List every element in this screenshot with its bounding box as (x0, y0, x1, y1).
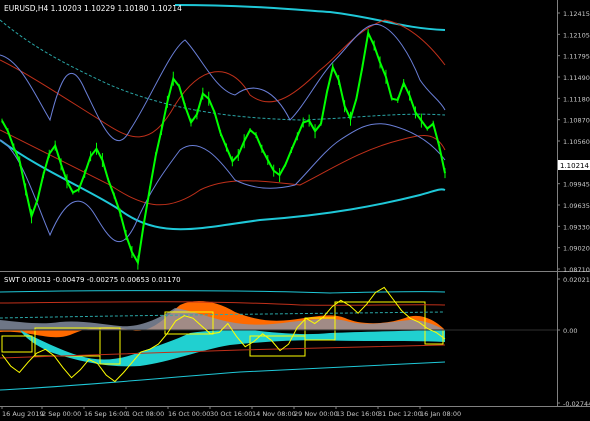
time-tick-label: 1 Oct 08:00 (126, 410, 164, 418)
indicator-header: SWT 0.00013 -0.00479 -0.00275 0.00653 0.… (4, 276, 181, 284)
price-tick-label: 1.11180 (563, 95, 590, 103)
price-tick-label: 1.09330 (563, 223, 590, 231)
time-tick-label: 16 Aug 2019 (2, 410, 44, 418)
time-tick-label: 16 Sep 16:00 (84, 410, 127, 418)
time-tick-label: 30 Oct 16:00 (210, 410, 252, 418)
price-tick-label: 1.11490 (563, 74, 590, 82)
price-tick-label: 1.09020 (563, 245, 590, 253)
price-tick-label: 1.11795 (563, 53, 590, 61)
time-tick-label: 13 Dec 16:00 (336, 410, 380, 418)
price-tick-label: 1.10560 (563, 138, 590, 146)
price-tick-label: 1.12415 (563, 10, 590, 18)
time-tick-label: 31 Dec 12:00 (378, 410, 422, 418)
price-tick-label: 1.12105 (563, 31, 590, 39)
price-tick-label: 1.09945 (563, 181, 590, 189)
time-tick-label: 14 Nov 08:00 (252, 410, 296, 418)
osc-tick-label: -0.02744 (563, 400, 590, 408)
time-tick-label: 2 Sep 00:00 (42, 410, 81, 418)
price-tick-label: 1.09635 (563, 202, 590, 210)
chart-symbol-header: EURUSD,H4 1.10203 1.10229 1.10180 1.1021… (4, 4, 182, 13)
time-tick-label: 16 Jan 08:00 (420, 410, 461, 418)
price-tick-label: 1.08710 (563, 266, 590, 274)
trading-chart[interactable]: 1.12415 1.12105 1.11795 1.11490 1.11180 1.108… (0, 0, 590, 421)
price-tick-label: 1.10870 (563, 117, 590, 125)
osc-tick-label: 0.02021 (563, 276, 590, 284)
time-tick-label: 16 Oct 00:00 (168, 410, 210, 418)
osc-tick-label: 0.00 (563, 327, 577, 335)
time-tick-label: 29 Nov 00:00 (294, 410, 338, 418)
current-price-label: 1.10214 (560, 162, 589, 170)
